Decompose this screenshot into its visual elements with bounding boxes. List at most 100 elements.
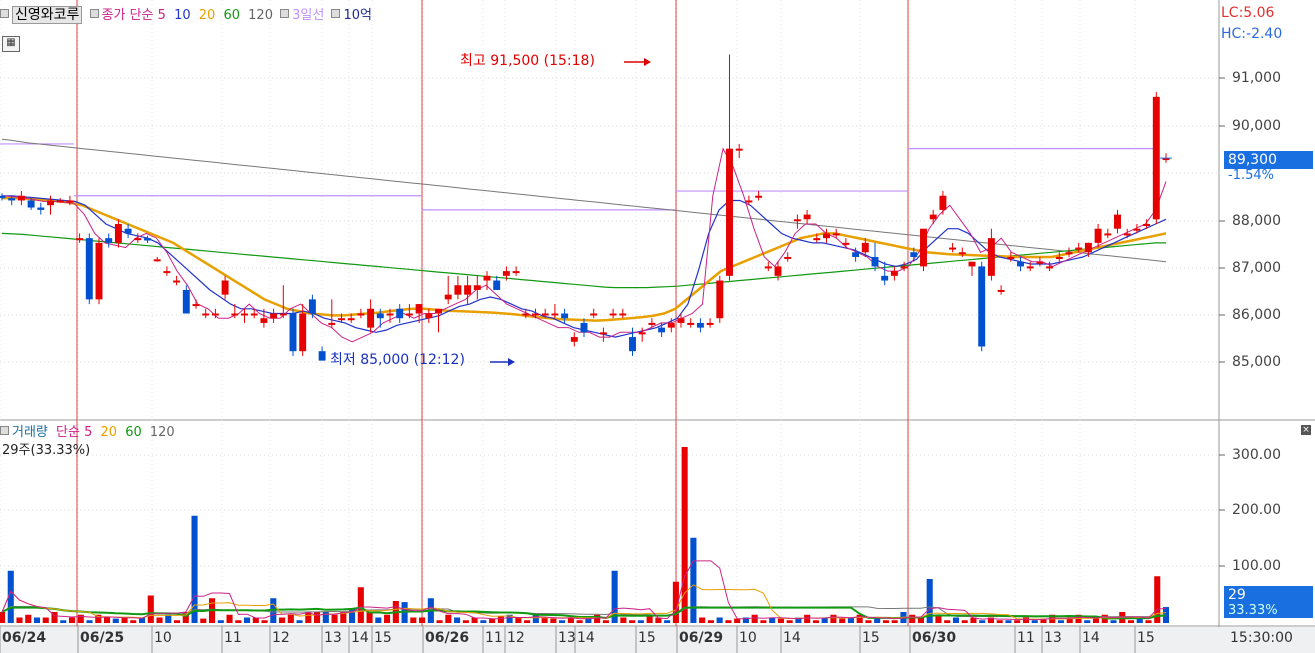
volume-bar xyxy=(690,537,697,623)
volume-bar xyxy=(944,620,951,623)
current-change: -1.54% xyxy=(1228,168,1274,183)
low-annotation: 최저 85,000 (12:12) xyxy=(330,352,465,368)
stock-chart-canvas[interactable] xyxy=(0,0,1315,653)
legend-3day-icon[interactable] xyxy=(280,9,290,18)
lc-value: LC:5.06 xyxy=(1221,5,1275,21)
volume-bar xyxy=(664,620,671,623)
volume-bar xyxy=(725,620,732,623)
candle-body xyxy=(861,242,869,253)
volume-bar xyxy=(839,618,846,623)
volume-bar xyxy=(891,620,898,623)
candle-body xyxy=(338,318,345,321)
legend-vol-ma5: 5 xyxy=(84,425,93,440)
volume-bar xyxy=(497,616,504,623)
legend-ma-icon[interactable] xyxy=(89,9,99,18)
legend-amount: 10억 xyxy=(343,8,372,23)
volume-bar xyxy=(524,620,531,623)
candle-body xyxy=(173,280,181,283)
candle-body xyxy=(367,308,375,328)
candle-body xyxy=(667,322,675,328)
candle-body xyxy=(900,266,908,269)
candle-body xyxy=(502,271,510,276)
x-tick-label: 15 xyxy=(1137,630,1155,646)
price-legend: 신영와코루 종가 단순 5 10 20 60 120 3일선 10억 xyxy=(0,6,372,24)
candle-body xyxy=(541,313,549,316)
x-tick-label: 11 xyxy=(485,630,503,646)
volume-bar xyxy=(541,617,548,623)
volume-bar xyxy=(532,614,539,623)
x-tick-label: 15 xyxy=(862,630,880,646)
candle-body xyxy=(512,271,520,274)
x-tick-label: 06/24 xyxy=(2,630,47,646)
x-tick-label: 13 xyxy=(558,630,576,646)
candle-body xyxy=(182,289,190,314)
volume-bar xyxy=(156,617,163,623)
candle-body xyxy=(17,195,25,201)
candle-body xyxy=(1133,228,1141,231)
volume-bar xyxy=(366,612,373,623)
volume-bar xyxy=(375,617,382,623)
candle-body xyxy=(202,313,210,316)
legend-close-sma: 종가 단순 xyxy=(101,8,154,23)
candle-body xyxy=(793,219,801,222)
candle-body xyxy=(85,238,93,300)
volume-bar xyxy=(550,618,557,623)
volume-bar xyxy=(33,617,41,623)
candle-body xyxy=(328,322,336,325)
candle-body xyxy=(1104,233,1112,236)
volume-bar xyxy=(847,617,854,623)
close-panel-icon[interactable]: × xyxy=(1301,425,1311,435)
x-tick-label: 06/25 xyxy=(80,630,125,646)
candle-body xyxy=(629,337,636,352)
candle-body xyxy=(968,261,976,267)
volume-bar xyxy=(1057,620,1065,623)
x-tick-label: 11 xyxy=(1017,630,1035,646)
candle-body xyxy=(609,313,617,316)
volume-bar xyxy=(279,617,286,623)
candle-body xyxy=(784,256,792,259)
legend-toggle-icon[interactable] xyxy=(0,9,9,18)
x-tick-label: 12 xyxy=(272,630,290,646)
candle-body xyxy=(435,308,442,314)
legend-amount-icon[interactable] xyxy=(331,9,341,18)
volume-bar xyxy=(235,620,242,623)
volume-bar xyxy=(217,620,224,623)
x-tick-label: 14 xyxy=(351,630,369,646)
volume-bar xyxy=(751,614,758,623)
legend-vol-sma: 단순 xyxy=(56,425,80,440)
candle-body xyxy=(299,313,307,352)
volume-bar xyxy=(830,614,837,623)
candle-body xyxy=(764,266,772,269)
candle-body xyxy=(454,285,462,295)
candle-body xyxy=(1152,96,1160,220)
y-label: 86,000 xyxy=(1232,307,1281,323)
volume-bar xyxy=(882,620,889,623)
stock-name[interactable]: 신영와코루 xyxy=(12,6,83,24)
volume-bar xyxy=(1031,620,1038,623)
volume-bar xyxy=(200,618,207,623)
current-price-tag: 89,300 xyxy=(1224,151,1313,169)
volume-bar xyxy=(515,617,522,623)
x-tick-label: 14 xyxy=(783,630,801,646)
candle-body xyxy=(726,148,733,276)
table-view-icon[interactable]: ▦ xyxy=(2,36,20,52)
x-tick-label: 11 xyxy=(224,630,242,646)
candle-body xyxy=(279,313,287,316)
candle-body xyxy=(1017,261,1024,267)
volume-toggle-icon[interactable] xyxy=(0,426,9,435)
candle-body xyxy=(425,313,433,319)
volume-bar xyxy=(436,620,443,623)
candle-body xyxy=(1114,214,1121,229)
volume-bar xyxy=(0,612,6,623)
candle-body xyxy=(76,238,84,241)
candle-body xyxy=(832,233,840,236)
candle-body xyxy=(590,313,598,316)
candle-body xyxy=(47,200,54,206)
legend-ma60: 60 xyxy=(223,8,241,23)
volume-bar xyxy=(314,612,321,623)
candle-body xyxy=(803,214,811,220)
candle-body xyxy=(493,280,501,290)
volume-legend: 거래량 단순 5 20 60 120 xyxy=(0,425,175,440)
candle-body xyxy=(37,207,45,210)
candle-body xyxy=(696,322,704,328)
